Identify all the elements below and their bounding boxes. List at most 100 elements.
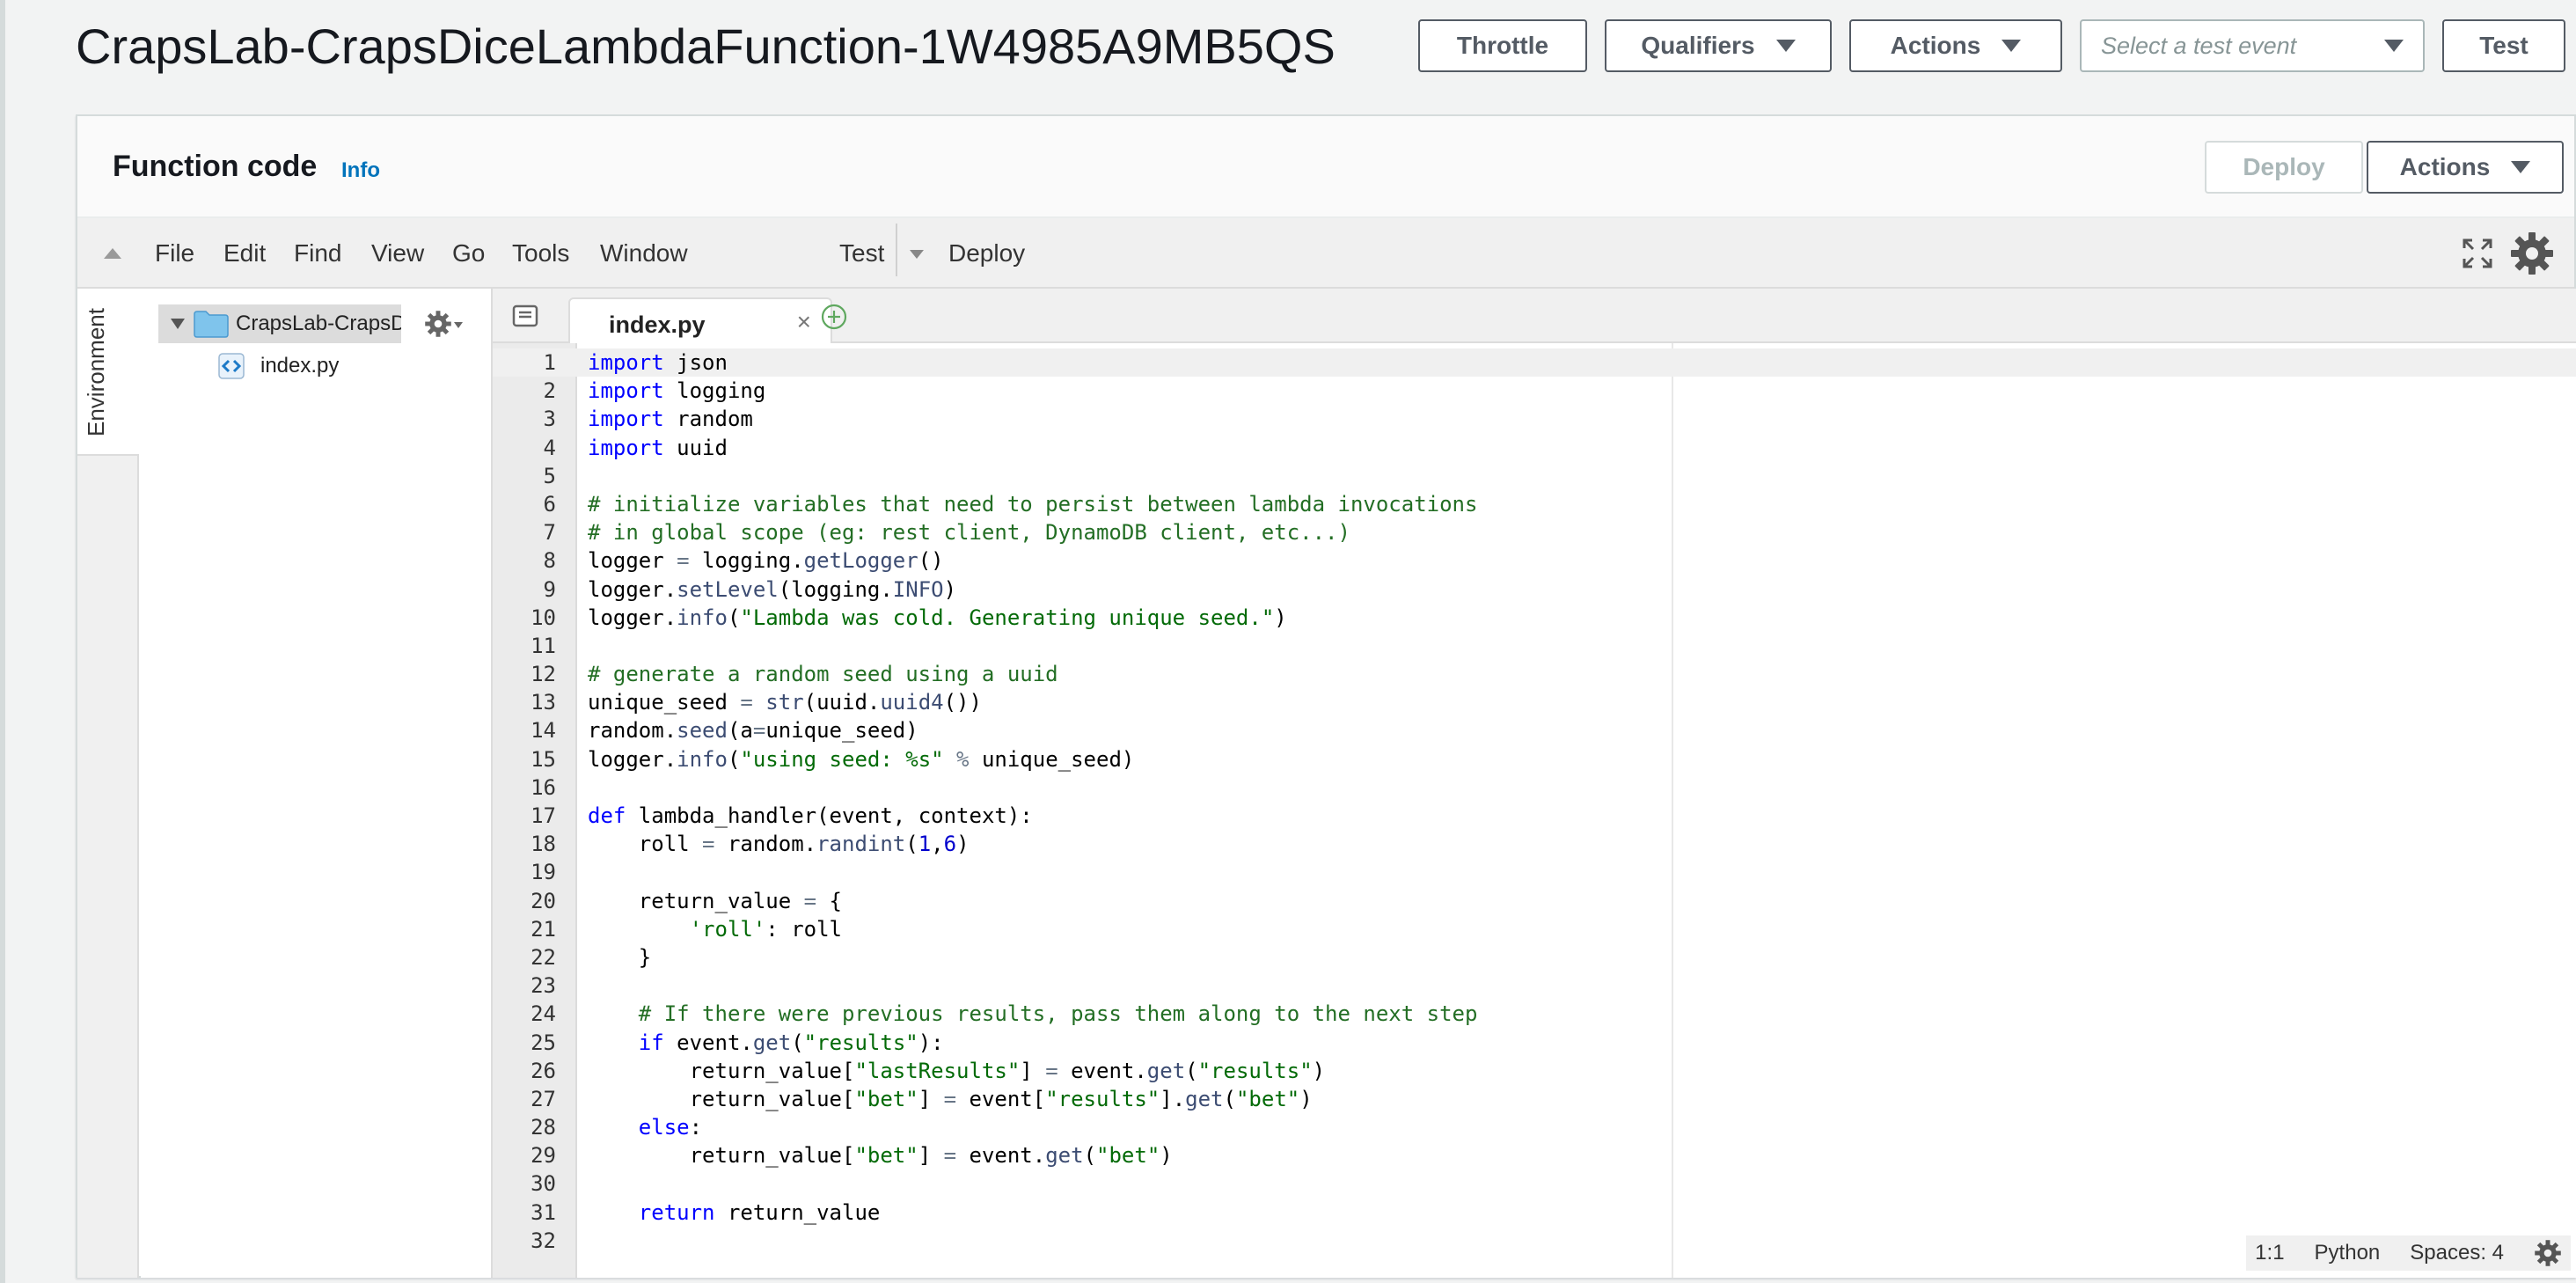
code-line[interactable]: 11 [493,632,2576,660]
code-text: } [588,944,652,970]
code-line[interactable]: 3 import random [493,405,2576,433]
menu-test[interactable]: Test [839,239,884,268]
line-number: 14 [531,718,556,744]
test-button[interactable]: Test [2442,19,2565,72]
expand-icon[interactable] [2462,238,2493,269]
code-lines: 1 import json 2 import logging 3 import rando… [493,348,2576,1255]
tree-root-folder[interactable]: CrapsLab-CrapsDice [158,304,401,343]
line-number: 9 [543,576,556,602]
line-number: 16 [531,774,556,800]
menu-window[interactable]: Window [600,239,688,268]
code-line[interactable]: 24 # If there were previous results, pas… [493,1000,2576,1028]
code-line[interactable]: 12 # generate a random seed using a uuid [493,660,2576,688]
code-line[interactable]: 29 return_value["bet"] = event.get("bet"… [493,1141,2576,1169]
code-text: logger = logging.getLogger() [588,548,944,574]
actions-button[interactable]: Actions [1849,19,2062,72]
code-line[interactable]: 14 random.seed(a=unique_seed) [493,716,2576,744]
line-number: 6 [543,491,556,517]
line-number: 5 [543,463,556,488]
code-line[interactable]: 18 roll = random.randint(1,6) [493,830,2576,858]
code-text: return_value["lastResults"] = event.get(… [588,1058,1326,1083]
code-area[interactable]: 1 import json 2 import logging 3 import rando… [493,343,2576,1278]
code-line[interactable]: 5 [493,462,2576,490]
line-number: 7 [543,520,556,546]
collapse-caret-icon[interactable] [104,248,121,259]
menu-edit[interactable]: Edit [223,239,266,268]
add-tab-icon[interactable] [820,303,848,331]
menu-file[interactable]: File [155,239,194,268]
line-number: 30 [531,1171,556,1197]
caret-down-icon [2002,40,2022,52]
code-line[interactable]: 7 # in global scope (eg: rest client, Dyn… [493,518,2576,546]
tree-gear-caret-icon[interactable] [454,322,463,328]
indent-setting[interactable]: Spaces: 4 [2410,1241,2504,1265]
code-text: # in global scope (eg: rest client, Dyna… [588,520,1350,546]
line-number: 28 [531,1115,556,1140]
code-text: # initialize variables that need to pers… [588,491,1478,517]
gear-icon[interactable] [2534,1239,2562,1267]
tree-file-item[interactable]: index.py [218,350,339,382]
menu-deploy[interactable]: Deploy [948,239,1025,268]
code-line[interactable]: 22 } [493,943,2576,971]
menu-tools[interactable]: Tools [512,239,569,268]
menu-find[interactable]: Find [294,239,341,268]
code-line[interactable]: 17 def lambda_handler(event, context): [493,802,2576,830]
line-number: 2 [543,378,556,404]
language-mode[interactable]: Python [2315,1241,2381,1265]
throttle-button[interactable]: Throttle [1418,19,1587,72]
code-line[interactable]: 9 logger.setLevel(logging.INFO) [493,576,2576,604]
code-line[interactable]: 20 return_value = { [493,887,2576,915]
line-number: 12 [531,662,556,687]
code-line[interactable]: 15 logger.info("using seed: %s" % unique_… [493,745,2576,773]
tree-file-label: index.py [260,354,340,378]
test-event-select[interactable]: Select a test event [2080,19,2425,72]
test-dropdown-caret-icon[interactable] [910,250,924,259]
menu-go[interactable]: Go [452,239,485,268]
deploy-button[interactable]: Deploy [2205,141,2363,194]
root-folder-label: CrapsLab-CrapsDice [236,312,401,335]
line-number: 25 [531,1030,556,1055]
code-line[interactable]: 23 [493,971,2576,1000]
code-line[interactable]: 6 # initialize variables that need to per… [493,490,2576,518]
code-line[interactable]: 21 'roll': roll [493,915,2576,943]
close-icon[interactable]: × [797,308,811,336]
code-line[interactable]: 19 [493,858,2576,886]
code-line[interactable]: 10 logger.info("Lambda was cold. Generati… [493,604,2576,632]
menu-view[interactable]: View [371,239,424,268]
code-line[interactable]: 28 else: [493,1113,2576,1141]
line-number: 22 [531,944,556,970]
code-line[interactable]: 4 import uuid [493,434,2576,462]
cursor-position[interactable]: 1:1 [2255,1241,2284,1265]
tab-index-py[interactable]: index.py × [568,297,832,345]
line-number: 13 [531,690,556,715]
code-line[interactable]: 27 return_value["bet"] = event["results"… [493,1085,2576,1113]
panel-actions-button[interactable]: Actions [2367,141,2564,194]
editor: index.py × 1 import json 2 import logging 3 i… [493,289,2576,1278]
code-text: return_value["bet"] = event["results"].g… [588,1086,1313,1111]
code-line[interactable]: 1 import json [493,348,2576,378]
code-text: unique_seed = str(uuid.uuid4()) [588,690,982,715]
code-line[interactable]: 13 unique_seed = str(uuid.uuid4()) [493,688,2576,716]
code-line[interactable]: 30 [493,1169,2576,1198]
environment-tab[interactable]: Environment [77,289,139,456]
code-line[interactable]: 16 [493,773,2576,802]
info-link[interactable]: Info [341,158,380,183]
code-line[interactable]: 25 if event.get("results"): [493,1029,2576,1057]
code-line[interactable]: 2 import logging [493,377,2576,405]
code-text: 'roll': roll [689,916,842,942]
panel-title: Function code [113,150,318,183]
tab-list-icon[interactable] [512,304,538,327]
line-number: 27 [531,1086,556,1111]
expand-arrow-icon[interactable] [171,319,185,329]
line-number: 4 [543,435,556,460]
qualifiers-button[interactable]: Qualifiers [1605,19,1832,72]
line-number: 1 [543,350,556,375]
code-line[interactable]: 31 return return_value [493,1199,2576,1227]
gear-icon[interactable] [2509,231,2555,276]
line-number: 18 [531,832,556,857]
code-line[interactable]: 8 logger = logging.getLogger() [493,546,2576,575]
code-text: import json [588,350,728,375]
menu-separator [896,224,897,276]
code-line[interactable]: 26 return_value["lastResults"] = event.g… [493,1057,2576,1085]
tree-gear-icon[interactable] [424,310,452,338]
